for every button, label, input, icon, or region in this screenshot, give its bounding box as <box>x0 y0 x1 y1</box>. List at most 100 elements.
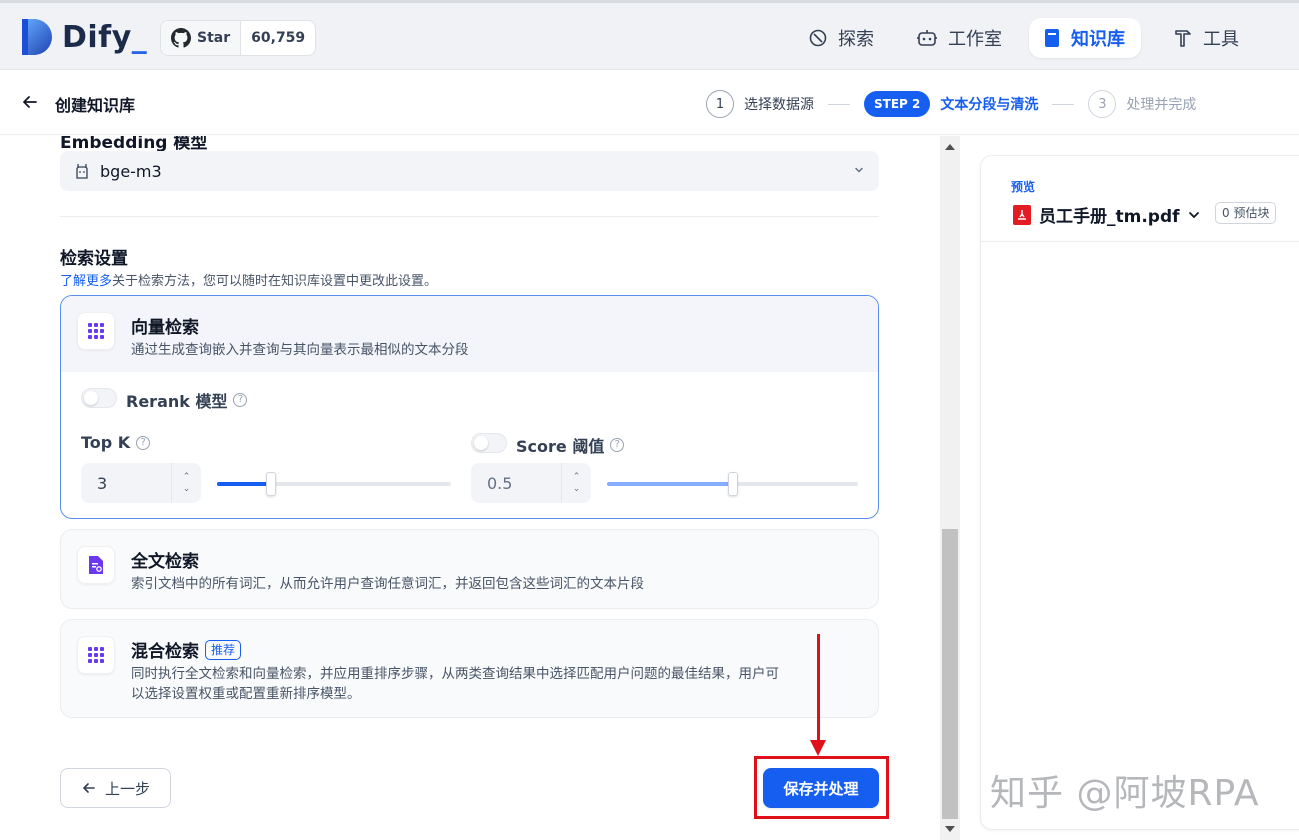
step-2-label: 文本分段与清洗 <box>940 97 1039 113</box>
embedding-model-select[interactable]: bge-m3 <box>60 151 879 191</box>
dify-logo[interactable]: Dify_ <box>22 19 147 55</box>
github-icon <box>171 28 191 48</box>
full-text-search-card[interactable]: 全文检索 索引文档中的所有词汇，从而允许用户查询任意词汇，并返回包含这些词汇的文… <box>60 529 879 609</box>
page-title: 创建知识库 <box>55 96 136 115</box>
hybrid-search-description: 同时执行全文检索和向量检索，并应用重排序步骤，从两类查询结果中选择匹配用户问题的… <box>131 664 779 704</box>
document-search-icon <box>89 556 103 574</box>
score-threshold-text: Score 阈值 <box>516 437 605 456</box>
help-icon[interactable]: ? <box>136 435 151 450</box>
previous-step-button[interactable]: 上一步 <box>60 768 171 808</box>
scroll-up-arrow-icon[interactable] <box>945 144 955 150</box>
score-threshold-slider-fill <box>607 482 733 486</box>
retrieval-settings-title: 检索设置 <box>60 249 128 269</box>
top-navigation: Dify_ Star 60,759 探索 工作室 知识库 工具 <box>0 0 1299 70</box>
stepper-down-icon[interactable]: ⌄ <box>183 483 191 495</box>
score-threshold-input[interactable]: 0.5 ⌃ ⌄ <box>471 463 591 503</box>
vector-search-title: 向量检索 <box>131 318 199 338</box>
top-k-slider-handle[interactable] <box>265 472 276 496</box>
back-arrow-icon[interactable] <box>20 92 40 112</box>
learn-more-link[interactable]: 了解更多 <box>60 274 112 289</box>
github-star-widget[interactable]: Star 60,759 <box>160 20 317 56</box>
vector-search-icon <box>77 312 115 350</box>
annotation-arrow-head <box>810 740 826 756</box>
help-icon[interactable]: ? <box>610 438 625 452</box>
top-k-value: 3 <box>97 473 108 493</box>
github-star-button[interactable]: Star <box>161 21 242 55</box>
annotation-arrow-shaft <box>817 634 820 744</box>
section-divider <box>60 216 879 217</box>
llama-icon <box>76 164 88 179</box>
retrieval-settings-description: 了解更多关于检索方法，您可以随时在知识库设置中更改此设置。 <box>60 270 437 289</box>
rerank-toggle[interactable] <box>81 388 117 408</box>
hybrid-search-icon <box>77 636 115 674</box>
chevron-down-icon <box>855 167 863 173</box>
nav-knowledge-label: 知识库 <box>1071 29 1125 50</box>
nav-explore-label: 探索 <box>838 29 874 50</box>
embedding-model-name: bge-m3 <box>100 161 162 181</box>
hybrid-search-title-text: 混合检索 <box>131 642 199 662</box>
score-threshold-slider-handle[interactable] <box>727 472 738 496</box>
full-text-search-icon <box>77 546 115 584</box>
preview-label: 预览 <box>1011 180 1036 194</box>
hybrid-search-card[interactable]: 混合检索 推荐 同时执行全文检索和向量检索，并应用重排序步骤，从两类查询结果中选择… <box>60 619 879 718</box>
retrieval-settings-desc-text: 关于检索方法，您可以随时在知识库设置中更改此设置。 <box>112 274 438 289</box>
toggle-knob <box>84 391 98 405</box>
chevron-down-icon <box>1188 211 1199 218</box>
stepper-up-icon[interactable]: ⌃ <box>183 471 191 483</box>
estimated-chunks-badge: 0 预估块 <box>1215 202 1277 224</box>
pdf-icon <box>1013 204 1031 225</box>
dify-logo-mark <box>22 19 54 55</box>
top-k-stepper[interactable]: ⌃ ⌄ <box>171 463 201 503</box>
nav-studio[interactable]: 工作室 <box>902 18 1016 58</box>
preview-file-name: 员工手册_tm.pdf <box>1039 207 1180 227</box>
step-1-label: 选择数据源 <box>744 97 814 113</box>
nav-tools[interactable]: 工具 <box>1159 18 1253 58</box>
rerank-model-text: Rerank 模型 <box>126 392 228 411</box>
vector-search-card[interactable]: 向量检索 通过生成查询嵌入并查询与其向量表示最相似的文本分段 Rerank 模型… <box>60 295 879 519</box>
book-icon <box>1045 29 1059 47</box>
toggle-knob <box>474 436 488 450</box>
preview-file-select[interactable]: 员工手册_tm.pdf <box>1013 202 1200 227</box>
compass-icon <box>809 29 827 47</box>
previous-step-label: 上一步 <box>104 779 150 798</box>
score-threshold-stepper[interactable]: ⌃ ⌄ <box>561 463 591 503</box>
vector-search-header: 向量检索 通过生成查询嵌入并查询与其向量表示最相似的文本分段 <box>61 296 878 372</box>
step-divider <box>1052 103 1075 105</box>
rerank-model-label: Rerank 模型? <box>126 388 248 412</box>
recommended-badge: 推荐 <box>205 639 242 660</box>
nav-knowledge[interactable]: 知识库 <box>1029 18 1141 58</box>
scroll-down-arrow-icon[interactable] <box>945 826 955 832</box>
stepper-up-icon[interactable]: ⌃ <box>573 471 581 483</box>
grid-icon <box>88 647 104 663</box>
top-k-input[interactable]: 3 ⌃ ⌄ <box>81 463 201 503</box>
preview-header: 预览 员工手册_tm.pdf 0 预估块 <box>981 156 1299 242</box>
vertical-scrollbar[interactable] <box>940 136 960 840</box>
step-3-number: 3 <box>1088 90 1117 118</box>
grid-icon <box>88 323 104 339</box>
annotation-highlight-box <box>754 756 889 819</box>
top-k-slider[interactable] <box>217 472 451 496</box>
github-star-label: Star <box>197 30 231 46</box>
preview-panel: 预览 员工手册_tm.pdf 0 预估块 <box>980 155 1299 830</box>
top-k-slider-fill <box>217 482 271 486</box>
top-k-text: Top K <box>81 433 131 452</box>
settings-panel: Embedding 模型 bge-m3 检索设置 了解更多关于检索方法，您可以随… <box>0 136 940 840</box>
help-icon[interactable]: ? <box>233 393 248 407</box>
full-text-search-title: 全文检索 <box>131 552 199 572</box>
step-indicator: 1 选择数据源 STEP 2 文本分段与清洗 3 处理并完成 <box>706 90 1196 118</box>
nav-explore[interactable]: 探索 <box>794 18 888 58</box>
stepper-down-icon[interactable]: ⌄ <box>573 483 581 495</box>
github-star-count[interactable]: 60,759 <box>241 21 315 55</box>
score-threshold-toggle[interactable] <box>471 433 507 453</box>
score-threshold-slider[interactable] <box>607 472 858 496</box>
create-knowledge-header: 创建知识库 1 选择数据源 STEP 2 文本分段与清洗 3 处理并完成 <box>0 71 1299 135</box>
step-divider <box>828 103 850 105</box>
score-threshold-label: Score 阈值? <box>516 433 625 457</box>
hybrid-desc-line-1: 同时执行全文检索和向量检索，并应用重排序步骤，从两类查询结果中选择匹配用户问题的… <box>131 666 779 682</box>
score-threshold-value: 0.5 <box>487 473 513 493</box>
top-k-label: Top K? <box>81 433 151 452</box>
scrollbar-thumb[interactable] <box>942 529 958 819</box>
nav-tools-label: 工具 <box>1203 29 1239 50</box>
hybrid-search-title: 混合检索 推荐 <box>131 637 242 662</box>
nav-studio-label: 工作室 <box>948 29 1002 50</box>
